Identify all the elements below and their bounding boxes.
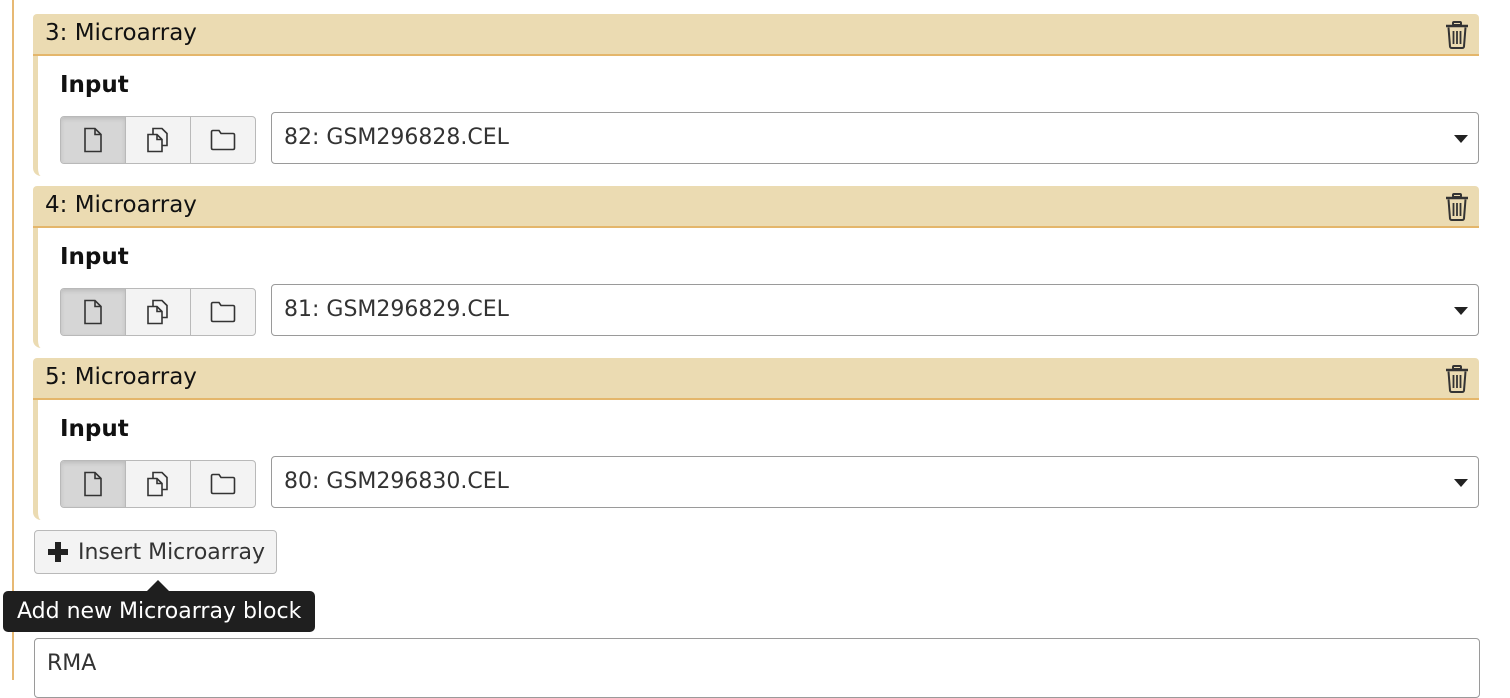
block-title: 5: Microarray <box>45 364 197 390</box>
input-label: Input <box>60 416 129 442</box>
block-header: 5: Microarray <box>33 358 1479 400</box>
chevron-down-icon <box>1454 135 1468 143</box>
folder-icon <box>210 473 236 495</box>
block-body: Input 81: GSM296829.CEL <box>33 228 1479 348</box>
trash-icon[interactable] <box>1445 365 1469 393</box>
single-dataset-button[interactable] <box>61 117 126 163</box>
input-label: Input <box>60 72 129 98</box>
microarray-block-3: 3: Microarray Input 82: GSM296828.CEL <box>33 14 1479 176</box>
multiple-datasets-icon <box>147 299 168 325</box>
dataset-collection-button[interactable] <box>191 461 255 507</box>
dataset-select[interactable]: 82: GSM296828.CEL <box>271 112 1479 164</box>
chevron-down-icon <box>1454 479 1468 487</box>
dataset-select[interactable]: 81: GSM296829.CEL <box>271 284 1479 336</box>
block-header: 3: Microarray <box>33 14 1479 56</box>
single-dataset-icon <box>84 299 102 325</box>
block-header: 4: Microarray <box>33 186 1479 228</box>
tooltip: Add new Microarray block <box>3 591 316 632</box>
input-mode-group <box>60 460 256 508</box>
select-value: 80: GSM296830.CEL <box>284 469 509 494</box>
trash-icon[interactable] <box>1445 193 1469 221</box>
single-dataset-icon <box>84 471 102 497</box>
next-select-field[interactable]: RMA <box>34 638 1480 698</box>
tooltip-arrow <box>147 580 169 591</box>
microarray-block-4: 4: Microarray Input 81: GSM296829.CEL <box>33 186 1479 348</box>
dataset-select[interactable]: 80: GSM296830.CEL <box>271 456 1479 508</box>
select-value: 82: GSM296828.CEL <box>284 125 509 150</box>
input-label: Input <box>60 244 129 270</box>
dataset-collection-button[interactable] <box>191 117 255 163</box>
folder-icon <box>210 129 236 151</box>
single-dataset-icon <box>84 127 102 153</box>
multiple-datasets-button[interactable] <box>126 289 191 335</box>
multiple-datasets-button[interactable] <box>126 461 191 507</box>
block-body: Input 82: GSM296828.CEL <box>33 56 1479 176</box>
input-mode-group <box>60 116 256 164</box>
input-mode-group <box>60 288 256 336</box>
plus-icon <box>48 542 68 562</box>
multiple-datasets-icon <box>147 127 168 153</box>
single-dataset-button[interactable] <box>61 461 126 507</box>
single-dataset-button[interactable] <box>61 289 126 335</box>
next-field-value: RMA <box>47 651 97 676</box>
microarray-block-5: 5: Microarray Input 80: GSM296830.CEL <box>33 358 1479 520</box>
insert-microarray-button[interactable]: Insert Microarray <box>34 530 277 574</box>
select-value: 81: GSM296829.CEL <box>284 297 509 322</box>
insert-button-label: Insert Microarray <box>78 540 265 565</box>
folder-icon <box>210 301 236 323</box>
multiple-datasets-button[interactable] <box>126 117 191 163</box>
dataset-collection-button[interactable] <box>191 289 255 335</box>
block-title: 3: Microarray <box>45 20 197 46</box>
trash-icon[interactable] <box>1445 21 1469 49</box>
chevron-down-icon <box>1454 307 1468 315</box>
block-title: 4: Microarray <box>45 192 197 218</box>
multiple-datasets-icon <box>147 471 168 497</box>
block-body: Input 80: GSM296830.CEL <box>33 400 1479 520</box>
